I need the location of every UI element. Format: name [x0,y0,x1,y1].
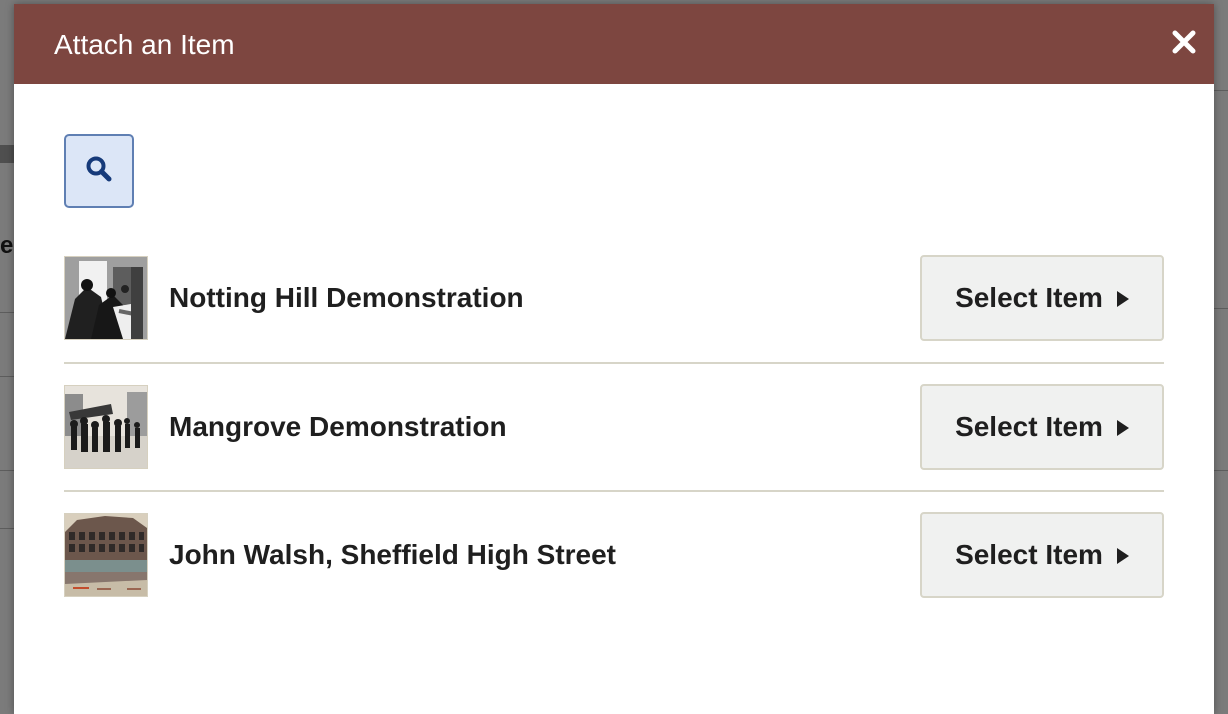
background-divider [1214,308,1228,309]
attach-item-modal: Attach an Item Notting Hill Demonstratio… [14,4,1214,714]
background-partial-text: er [0,232,14,259]
item-title: Notting Hill Demonstration [169,282,524,313]
photo-thumbnail-icon [64,385,148,469]
search-icon [84,154,114,189]
close-icon[interactable] [1168,26,1200,58]
photo-thumbnail-icon [64,256,148,340]
modal-title: Attach an Item [54,29,235,60]
search-button[interactable] [64,134,134,208]
list-item: Mangrove Demonstration Select Item [64,362,1164,490]
background-divider [1214,470,1228,471]
photo-thumbnail-icon [64,513,148,597]
background-divider [1214,90,1228,91]
background-divider [0,528,14,529]
modal-body: Notting Hill Demonstration Select Item M… [14,84,1214,618]
background-divider [0,470,14,471]
select-item-button[interactable]: Select Item [920,384,1164,470]
select-item-button[interactable]: Select Item [920,255,1164,341]
item-list: Notting Hill Demonstration Select Item M… [64,234,1164,618]
list-item: Notting Hill Demonstration Select Item [64,234,1164,362]
select-item-label: Select Item [955,411,1103,442]
select-item-label: Select Item [955,539,1103,570]
play-icon [1116,290,1129,307]
item-title: John Walsh, Sheffield High Street [169,539,617,570]
modal-header: Attach an Item [14,4,1214,84]
list-item: John Walsh, Sheffield High Street Select… [64,490,1164,618]
select-item-button[interactable]: Select Item [920,512,1164,598]
select-item-label: Select Item [955,282,1103,313]
background-divider [0,312,14,313]
item-title: Mangrove Demonstration [169,411,507,442]
play-icon [1116,547,1129,564]
play-icon [1116,419,1129,436]
background-divider [0,376,14,377]
